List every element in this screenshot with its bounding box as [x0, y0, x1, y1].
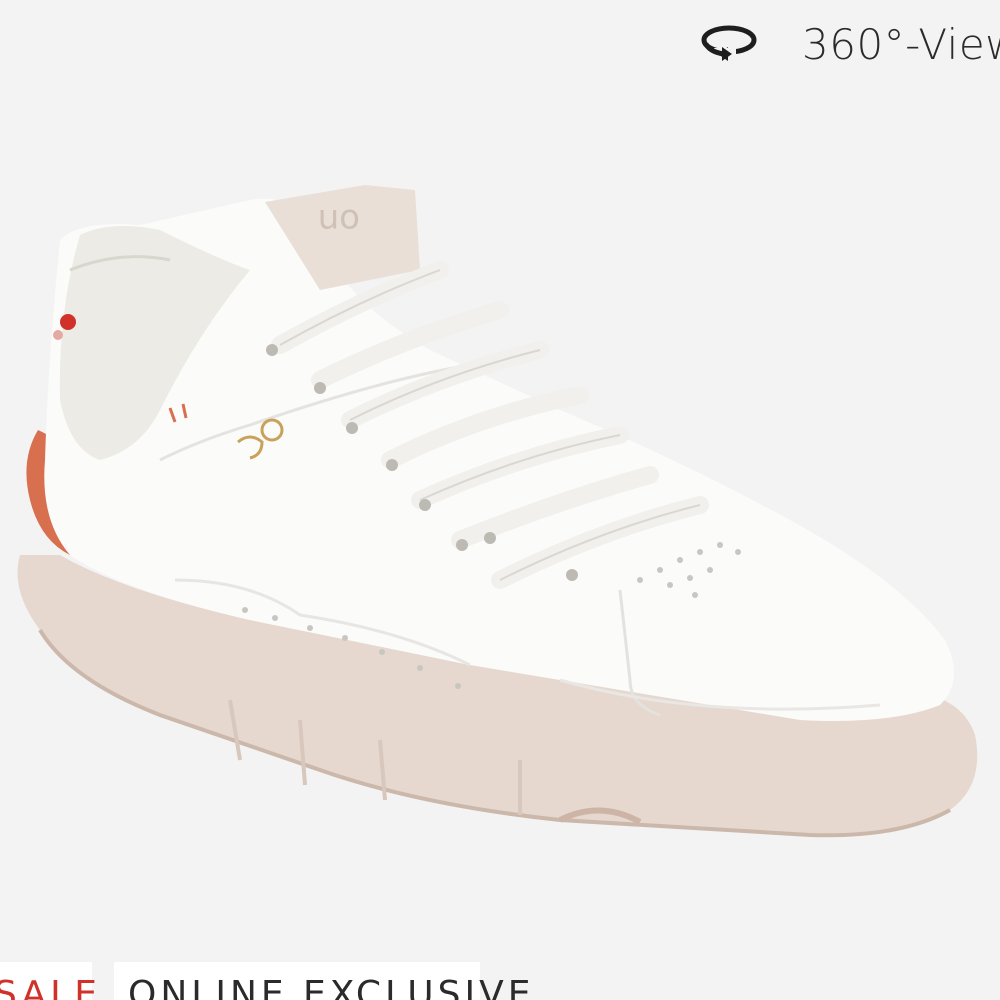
view-360-button[interactable]: 360°-View	[700, 14, 1000, 74]
online-exclusive-badge: ONLINE EXCLUSIVE	[114, 962, 530, 1000]
svg-text:on: on	[318, 201, 360, 241]
badge-row: SALE ONLINE EXCLUSIVE	[0, 962, 530, 1000]
view-360-label: 360°-View	[802, 19, 1000, 69]
sale-badge: SALE	[0, 962, 97, 1000]
product-image[interactable]: on	[0, 160, 1000, 880]
product-gallery: 360°-View on SALE ONLINE EXCLUSIVE	[0, 0, 1000, 1000]
rotate-360-icon	[700, 24, 762, 64]
